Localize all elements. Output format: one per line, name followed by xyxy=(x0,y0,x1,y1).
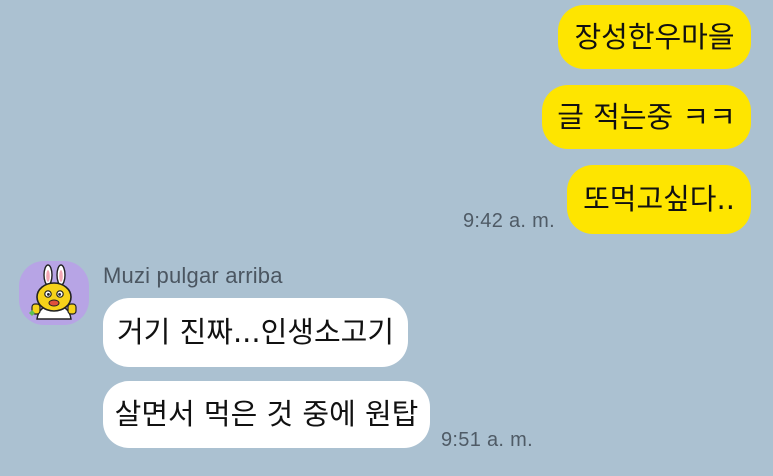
incoming-message-bubble[interactable]: 살면서 먹은 것 중에 원탑 xyxy=(103,381,430,448)
outgoing-message-timestamp: 9:42 a. m. xyxy=(463,210,555,232)
sender-name: Muzi pulgar arriba xyxy=(103,263,283,288)
outgoing-message-bubble[interactable]: 장성한우마을 xyxy=(558,5,751,69)
chat-room: 장성한우마을 글 적는중 ㅋㅋ 또먹고싶다.. 9:42 a. m. Muzi … xyxy=(0,0,773,476)
outgoing-message-bubble[interactable]: 또먹고싶다.. xyxy=(567,165,751,234)
muzi-thumbs-up-avatar-icon[interactable] xyxy=(19,261,89,325)
incoming-message-bubble[interactable]: 거기 진짜...인생소고기 xyxy=(103,298,408,367)
outgoing-message-bubble[interactable]: 글 적는중 ㅋㅋ xyxy=(542,85,751,149)
muzi-character-icon xyxy=(29,264,77,320)
incoming-message-timestamp: 9:51 a. m. xyxy=(441,429,533,451)
